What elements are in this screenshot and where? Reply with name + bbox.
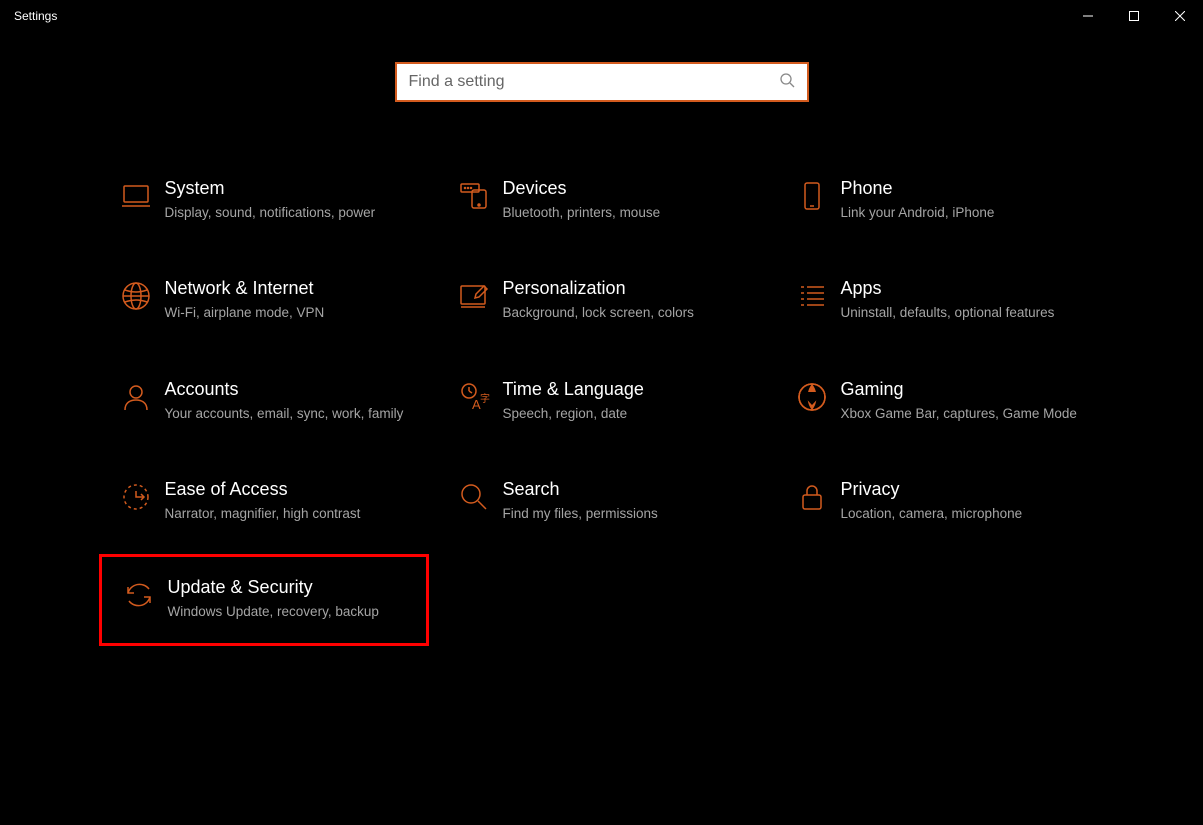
apps-icon [783, 278, 841, 312]
minimize-icon [1083, 11, 1093, 21]
category-title: Update & Security [168, 577, 408, 599]
category-desc: Bluetooth, printers, mouse [503, 204, 749, 223]
category-title: Accounts [165, 379, 411, 401]
category-desc: Windows Update, recovery, backup [168, 603, 408, 622]
search-input[interactable] [409, 73, 779, 91]
close-button[interactable] [1157, 0, 1203, 32]
category-title: Phone [841, 178, 1087, 200]
titlebar: Settings [0, 0, 1203, 32]
system-icon [107, 178, 165, 212]
category-ease-of-access[interactable]: Ease of Access Narrator, magnifier, high… [99, 473, 429, 529]
category-title: Search [503, 479, 749, 501]
search-icon [779, 72, 795, 93]
category-desc: Location, camera, microphone [841, 505, 1087, 524]
settings-grid: System Display, sound, notifications, po… [99, 172, 1105, 646]
category-update-security[interactable]: Update & Security Windows Update, recove… [99, 554, 429, 646]
category-title: Time & Language [503, 379, 749, 401]
category-apps[interactable]: Apps Uninstall, defaults, optional featu… [775, 272, 1105, 328]
category-title: System [165, 178, 411, 200]
ease-of-access-icon [107, 479, 165, 513]
personalization-icon [445, 278, 503, 312]
category-desc: Speech, region, date [503, 405, 749, 424]
category-accounts[interactable]: Accounts Your accounts, email, sync, wor… [99, 373, 429, 429]
category-search[interactable]: Search Find my files, permissions [437, 473, 767, 529]
category-desc: Find my files, permissions [503, 505, 749, 524]
privacy-icon [783, 479, 841, 513]
category-network[interactable]: Network & Internet Wi-Fi, airplane mode,… [99, 272, 429, 328]
category-system[interactable]: System Display, sound, notifications, po… [99, 172, 429, 228]
network-icon [107, 278, 165, 312]
category-desc: Uninstall, defaults, optional features [841, 304, 1087, 323]
close-icon [1175, 11, 1185, 21]
category-title: Personalization [503, 278, 749, 300]
search-box[interactable] [395, 62, 809, 102]
maximize-button[interactable] [1111, 0, 1157, 32]
category-desc: Narrator, magnifier, high contrast [165, 505, 411, 524]
time-language-icon [445, 379, 503, 413]
accounts-icon [107, 379, 165, 413]
category-title: Gaming [841, 379, 1087, 401]
category-desc: Xbox Game Bar, captures, Game Mode [841, 405, 1087, 424]
category-desc: Display, sound, notifications, power [165, 204, 411, 223]
category-title: Apps [841, 278, 1087, 300]
devices-icon [445, 178, 503, 212]
window-title: Settings [14, 9, 1065, 23]
window-controls [1065, 0, 1203, 32]
category-desc: Your accounts, email, sync, work, family [165, 405, 411, 424]
phone-icon [783, 178, 841, 212]
category-gaming[interactable]: Gaming Xbox Game Bar, captures, Game Mod… [775, 373, 1105, 429]
category-time-language[interactable]: Time & Language Speech, region, date [437, 373, 767, 429]
category-desc: Link your Android, iPhone [841, 204, 1087, 223]
minimize-button[interactable] [1065, 0, 1111, 32]
category-privacy[interactable]: Privacy Location, camera, microphone [775, 473, 1105, 529]
search-category-icon [445, 479, 503, 513]
category-title: Devices [503, 178, 749, 200]
category-desc: Background, lock screen, colors [503, 304, 749, 323]
category-devices[interactable]: Devices Bluetooth, printers, mouse [437, 172, 767, 228]
maximize-icon [1129, 11, 1139, 21]
search-container [0, 62, 1203, 102]
category-desc: Wi-Fi, airplane mode, VPN [165, 304, 411, 323]
category-title: Network & Internet [165, 278, 411, 300]
category-title: Privacy [841, 479, 1087, 501]
update-security-icon [110, 577, 168, 611]
category-phone[interactable]: Phone Link your Android, iPhone [775, 172, 1105, 228]
gaming-icon [783, 379, 841, 413]
category-personalization[interactable]: Personalization Background, lock screen,… [437, 272, 767, 328]
category-title: Ease of Access [165, 479, 411, 501]
